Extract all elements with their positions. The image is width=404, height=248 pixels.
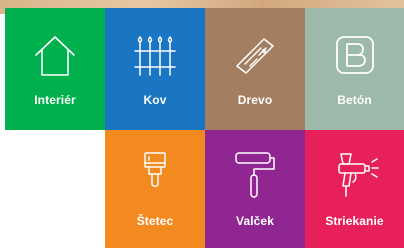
tile-label-interier: Interiér [34,93,76,107]
tile-label-stetec: Štetec [136,214,174,228]
spray-gun-icon [331,150,379,202]
paint-roller-icon [231,150,279,200]
category-tile-interier[interactable]: Interiér [5,8,105,130]
wood-plank-icon [233,33,277,77]
category-tile-drevo[interactable]: Drevo [205,8,305,130]
tile-label-drevo: Drevo [237,93,273,107]
category-tile-stetec[interactable]: Štetec [105,130,205,248]
category-tile-kov[interactable]: Kov [105,8,205,130]
tile-label-valcek: Valček [236,214,274,228]
category-tile-valcek[interactable]: Valček [205,130,305,248]
fence-icon [133,33,177,77]
tile-label-beton: Betón [337,93,372,107]
house-icon [32,33,78,79]
category-tile-striekanie[interactable]: Striekanie [305,130,404,248]
tile-label-kov: Kov [143,93,167,107]
paint-brush-icon [133,150,177,198]
tile-label-striekanie: Striekanie [325,214,384,228]
concrete-block-icon [333,33,377,77]
category-tile-beton[interactable]: Betón [305,8,404,130]
